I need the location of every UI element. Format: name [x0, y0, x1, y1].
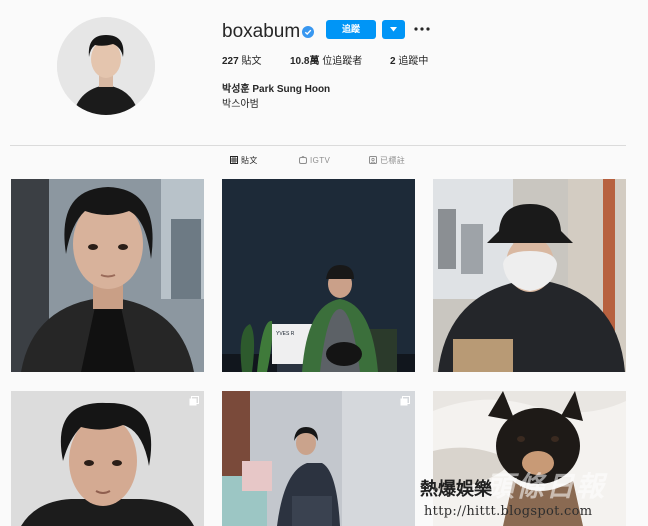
- chevron-down-icon: [390, 27, 397, 32]
- following-count-label: 追蹤中: [398, 56, 429, 67]
- followers-count[interactable]: 10.8萬 位追蹤者: [290, 56, 362, 68]
- tabs-divider: [10, 145, 626, 146]
- tab-tagged-label: 已標註: [380, 156, 406, 165]
- multiple-photos-icon: [400, 396, 410, 406]
- follow-button[interactable]: 追蹤: [326, 20, 376, 39]
- post-image: YVES R: [222, 179, 415, 372]
- profile-username: boxabum: [222, 21, 301, 42]
- post-image: [433, 179, 626, 372]
- post-tile[interactable]: [222, 391, 415, 526]
- followers-count-value: 10.8萬: [290, 56, 320, 67]
- post-tile[interactable]: [11, 391, 204, 526]
- igtv-icon: [299, 155, 307, 164]
- tab-igtv-label: IGTV: [310, 156, 331, 165]
- tab-igtv[interactable]: IGTV: [299, 155, 331, 166]
- following-count[interactable]: 2 追蹤中: [390, 56, 428, 68]
- post-tile[interactable]: [11, 179, 204, 372]
- tab-posts[interactable]: 貼文: [230, 156, 258, 166]
- multiple-photos-icon: [189, 396, 199, 406]
- posts-count-value: 227: [222, 56, 239, 67]
- more-options-icon[interactable]: [413, 21, 431, 37]
- watermark-url: http://hittt.blogspot.com: [424, 504, 593, 519]
- post-tile[interactable]: YVES R: [222, 179, 415, 372]
- following-count-value: 2: [390, 56, 396, 67]
- posts-count: 227 貼文: [222, 56, 261, 68]
- profile-avatar[interactable]: [57, 17, 155, 115]
- followers-count-label: 位追蹤者: [322, 56, 363, 67]
- post-image: [11, 179, 204, 372]
- watermark-brand: 熱爆娛樂: [420, 479, 492, 500]
- profile-bio: 박스아범: [222, 99, 259, 110]
- grid-icon: [230, 156, 238, 164]
- post-tile[interactable]: [433, 179, 626, 372]
- sign-text: YVES R: [276, 331, 295, 337]
- tab-posts-label: 貼文: [241, 156, 258, 165]
- suggested-dropdown-button[interactable]: [382, 20, 405, 39]
- posts-count-label: 貼文: [241, 56, 262, 67]
- tab-tagged[interactable]: 已標註: [369, 156, 405, 166]
- profile-full-name: 박성훈 Park Sung Hoon: [222, 84, 331, 95]
- post-image: [11, 391, 204, 526]
- tagged-icon: [369, 156, 377, 164]
- watermark-title: 頭條日報: [486, 470, 607, 503]
- post-image: [222, 391, 415, 526]
- verified-badge-icon: [302, 25, 314, 38]
